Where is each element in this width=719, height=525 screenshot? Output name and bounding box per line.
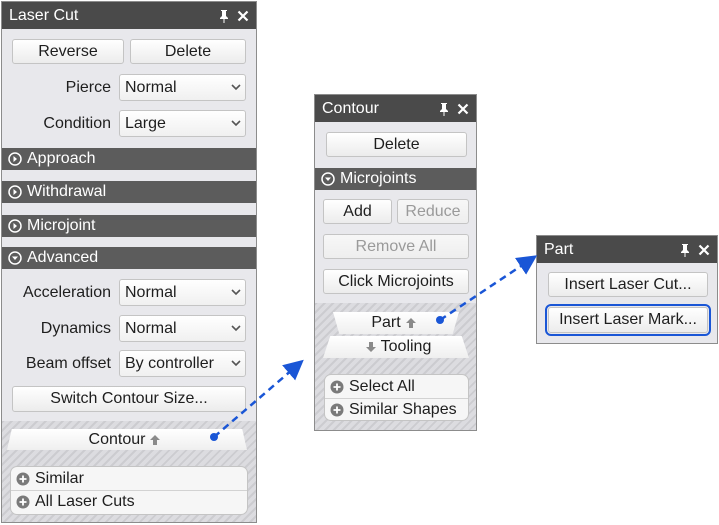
beam-offset-label: Beam offset	[25, 355, 111, 372]
reduce-microjoint-button[interactable]: Reduce	[397, 199, 469, 224]
similar-shapes-label: Similar Shapes	[349, 401, 457, 418]
plus-circle-icon	[330, 380, 344, 394]
arrow-up-icon	[405, 317, 417, 329]
chevron-down-icon	[227, 325, 245, 332]
beam-offset-select[interactable]: By controller	[119, 350, 246, 377]
dynamics-select[interactable]: Normal	[119, 315, 246, 342]
section-withdrawal[interactable]: Withdrawal	[2, 181, 256, 203]
all-laser-cuts-button[interactable]: All Laser Cuts	[11, 490, 247, 513]
section-microjoint[interactable]: Microjoint	[2, 215, 256, 237]
plus-circle-icon	[16, 495, 30, 509]
delete-button[interactable]: Delete	[130, 39, 246, 64]
dynamics-label: Dynamics	[40, 320, 111, 337]
pin-icon[interactable]	[678, 243, 692, 257]
expand-circle-icon	[8, 152, 22, 166]
insert-laser-mark-button[interactable]: Insert Laser Mark...	[545, 304, 711, 336]
switch-contour-size-button[interactable]: Switch Contour Size...	[12, 386, 246, 412]
close-icon[interactable]	[456, 102, 470, 116]
similar-shapes-button[interactable]: Similar Shapes	[325, 398, 468, 420]
pierce-select[interactable]: Normal	[119, 74, 246, 101]
similar-label: Similar	[35, 469, 84, 487]
condition-label: Condition	[43, 115, 111, 132]
select-group: Select All Similar Shapes	[324, 374, 469, 421]
pierce-value: Normal	[125, 78, 177, 96]
section-microjoints[interactable]: Microjoints	[315, 168, 476, 190]
click-microjoints-button[interactable]: Click Microjoints	[323, 269, 469, 294]
part-nav-label: Part	[371, 314, 401, 331]
chevron-down-icon	[227, 120, 245, 127]
similar-button[interactable]: Similar	[11, 467, 247, 490]
pin-icon[interactable]	[437, 102, 451, 116]
laser-cut-title: Laser Cut	[9, 6, 79, 24]
contour-nav-button[interactable]: Contour	[7, 429, 247, 450]
condition-select[interactable]: Large	[119, 110, 246, 137]
expand-circle-icon	[8, 219, 22, 233]
part-title: Part	[544, 240, 574, 258]
arrow-down-icon	[365, 341, 377, 353]
tooling-nav-label: Tooling	[380, 338, 432, 355]
contour-delete-button[interactable]: Delete	[326, 132, 467, 157]
tooling-nav-button[interactable]: Tooling	[323, 336, 469, 358]
contour-title: Contour	[322, 99, 379, 117]
dynamics-value: Normal	[125, 319, 177, 337]
close-icon[interactable]	[236, 9, 250, 23]
section-approach[interactable]: Approach	[2, 148, 256, 170]
expand-circle-icon	[8, 185, 22, 199]
close-icon[interactable]	[697, 243, 711, 257]
section-label: Microjoint	[27, 217, 96, 234]
contour-nav-label: Contour	[88, 430, 146, 448]
collapse-circle-icon	[321, 172, 335, 186]
pin-icon[interactable]	[217, 9, 231, 23]
part-nav-button[interactable]: Part	[333, 312, 459, 334]
all-laser-cuts-label: All Laser Cuts	[35, 493, 135, 510]
section-label: Withdrawal	[27, 183, 107, 200]
section-label: Advanced	[27, 249, 99, 266]
select-all-label: Select All	[349, 377, 415, 395]
section-label: Approach	[27, 150, 96, 167]
reverse-button[interactable]: Reverse	[12, 39, 124, 64]
chevron-down-icon	[227, 289, 245, 296]
part-titlebar: Part	[537, 236, 717, 263]
laser-cut-panel: Laser Cut Reverse Delete Pierce Normal C…	[1, 1, 257, 523]
chevron-down-icon	[227, 84, 245, 91]
select-all-button[interactable]: Select All	[325, 375, 468, 398]
plus-circle-icon	[330, 403, 344, 417]
condition-value: Large	[125, 114, 166, 132]
part-panel: Part Insert Laser Cut... Insert Laser Ma…	[536, 235, 718, 344]
acceleration-value: Normal	[125, 283, 177, 301]
arrow-up-icon	[149, 434, 161, 446]
collapse-circle-icon	[8, 251, 22, 265]
pierce-label: Pierce	[65, 79, 111, 96]
contour-titlebar: Contour	[315, 95, 476, 122]
acceleration-label: Acceleration	[22, 284, 111, 301]
beam-offset-value: By controller	[125, 354, 214, 372]
chevron-down-icon	[227, 360, 245, 367]
acceleration-select[interactable]: Normal	[119, 279, 246, 306]
plus-circle-icon	[16, 472, 30, 486]
remove-all-button[interactable]: Remove All	[323, 234, 469, 259]
insert-laser-cut-button[interactable]: Insert Laser Cut...	[548, 272, 708, 297]
laser-cut-titlebar: Laser Cut	[2, 2, 256, 29]
select-group: Similar All Laser Cuts	[10, 466, 248, 515]
add-microjoint-button[interactable]: Add	[323, 199, 392, 224]
contour-panel: Contour Delete Microjoints Add Reduce Re…	[314, 94, 477, 431]
section-label: Microjoints	[340, 170, 417, 187]
section-advanced[interactable]: Advanced	[2, 247, 256, 269]
